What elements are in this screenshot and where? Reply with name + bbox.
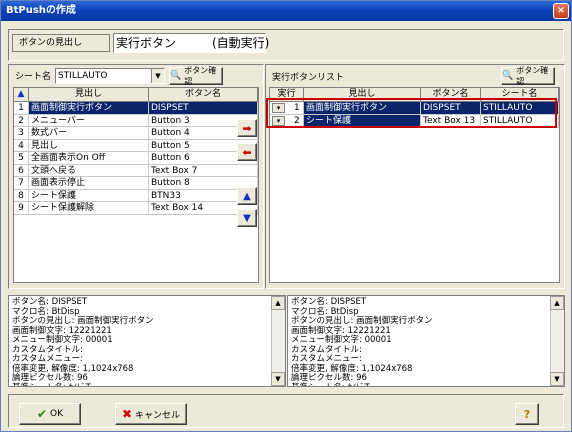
row-number: 6 xyxy=(14,164,29,176)
highlight-frame xyxy=(266,98,557,128)
check-icon: ✔ xyxy=(36,407,48,421)
ok-label: OK xyxy=(50,409,64,419)
table-row[interactable]: 8 シート保護 BTN33 xyxy=(14,189,258,202)
table-row[interactable]: 3 数式バー Button 4 xyxy=(14,127,258,140)
search-icon: 🔍 xyxy=(170,71,182,81)
remove-button[interactable]: ⬅ xyxy=(237,143,257,161)
row-number: 3 xyxy=(14,127,29,139)
move-down-button[interactable]: ▼ xyxy=(237,209,257,227)
sheet-select[interactable]: STILLAUTO ▼ xyxy=(55,68,165,84)
right-confirm-button[interactable]: 🔍 ボタン確認 xyxy=(501,66,555,86)
row-number: 1 xyxy=(14,102,29,114)
sheet-select-value: STILLAUTO xyxy=(58,71,108,81)
row-caption: 画面制御実行ボタン xyxy=(29,102,149,114)
scroll-down-icon[interactable]: ▼ xyxy=(271,372,285,386)
row-button-name: Text Box 7 xyxy=(149,164,258,176)
row-caption: 数式バー xyxy=(29,127,149,139)
row-caption: 見出し xyxy=(29,139,149,151)
row-number: 5 xyxy=(14,152,29,164)
sort-icon[interactable]: ▲ xyxy=(14,88,29,101)
exec-list-label: 実行ボタンリスト xyxy=(272,73,345,83)
help-button[interactable]: ? xyxy=(515,403,539,425)
table-row[interactable]: 5 全画面表示On Off Button 6 xyxy=(14,152,258,165)
left-col-name[interactable]: ボタン名 xyxy=(149,88,258,101)
caption-label: ボタンの見出し xyxy=(12,34,110,52)
footer-group xyxy=(8,394,564,428)
row-caption: シート保護解除 xyxy=(29,202,149,214)
row-button-name: DISPSET xyxy=(149,102,258,114)
memo-line: 基準シート名: ｶｲﾄﾞT xyxy=(291,383,561,386)
dialog-window: BtPushの作成 × ボタンの見出し 実行ボタン (自動実行) シート名 ST… xyxy=(0,0,572,432)
cross-icon: ✖ xyxy=(121,407,133,421)
window-title: BtPushの作成 xyxy=(6,5,76,16)
cancel-label: キャンセル xyxy=(135,410,181,421)
table-row[interactable]: 7 画面表示停止 Button 8 xyxy=(14,177,258,190)
row-number: 4 xyxy=(14,139,29,151)
table-row[interactable]: 1 画面制御実行ボタン DISPSET xyxy=(14,102,258,115)
left-confirm-label: ボタン確認 xyxy=(184,66,217,86)
cancel-button[interactable]: ✖ キャンセル xyxy=(115,403,187,425)
scroll-up-icon[interactable]: ▲ xyxy=(271,296,285,310)
left-memo[interactable]: ボタン名: DISPSET マクロ名: BtDisp ボタンの見出し: 画面制御実行… xyxy=(8,295,286,387)
left-table-header: ▲ 見出し ボタン名 xyxy=(14,88,258,102)
right-memo[interactable]: ボタン名: DISPSET マクロ名: BtDisp ボタンの見出し: 画面制御実行… xyxy=(287,295,565,387)
row-number: 8 xyxy=(14,189,29,201)
right-confirm-label: ボタン確認 xyxy=(516,66,549,86)
scroll-up-icon[interactable]: ▲ xyxy=(550,296,564,310)
title-bar: BtPushの作成 × xyxy=(1,1,571,21)
row-caption: 画面表示停止 xyxy=(29,177,149,189)
left-table: ▲ 見出し ボタン名 1 画面制御実行ボタン DISPSET 2 メニューバー Butto… xyxy=(13,87,259,283)
chevron-down-icon[interactable]: ▼ xyxy=(151,69,164,83)
row-caption: シート保護 xyxy=(29,189,149,201)
caption-input[interactable]: 実行ボタン (自動実行) xyxy=(113,33,269,53)
scroll-down-icon[interactable]: ▼ xyxy=(550,372,564,386)
row-caption: 文頭へ戻る xyxy=(29,164,149,176)
move-up-button[interactable]: ▲ xyxy=(237,187,257,205)
table-row[interactable]: 9 シート保護解除 Text Box 14 xyxy=(14,202,258,215)
left-col-caption[interactable]: 見出し xyxy=(29,88,149,101)
row-number: 2 xyxy=(14,114,29,126)
row-number: 7 xyxy=(14,177,29,189)
table-row[interactable]: 6 文頭へ戻る Text Box 7 xyxy=(14,164,258,177)
sheet-label: シート名 xyxy=(15,72,52,82)
row-caption: メニューバー xyxy=(29,114,149,126)
row-caption: 全画面表示On Off xyxy=(29,152,149,164)
add-button[interactable]: ➡ xyxy=(237,119,257,137)
search-icon: 🔍 xyxy=(502,71,514,81)
ok-button[interactable]: ✔ OK xyxy=(19,403,81,425)
left-confirm-button[interactable]: 🔍 ボタン確認 xyxy=(169,66,223,86)
row-number: 9 xyxy=(14,202,29,214)
close-icon[interactable]: × xyxy=(553,3,569,19)
table-row[interactable]: 4 見出し Button 5 xyxy=(14,139,258,152)
memo-line: 基準シート名: ｶｲﾄﾞT xyxy=(12,383,282,386)
table-row[interactable]: 2 メニューバー Button 3 xyxy=(14,114,258,127)
